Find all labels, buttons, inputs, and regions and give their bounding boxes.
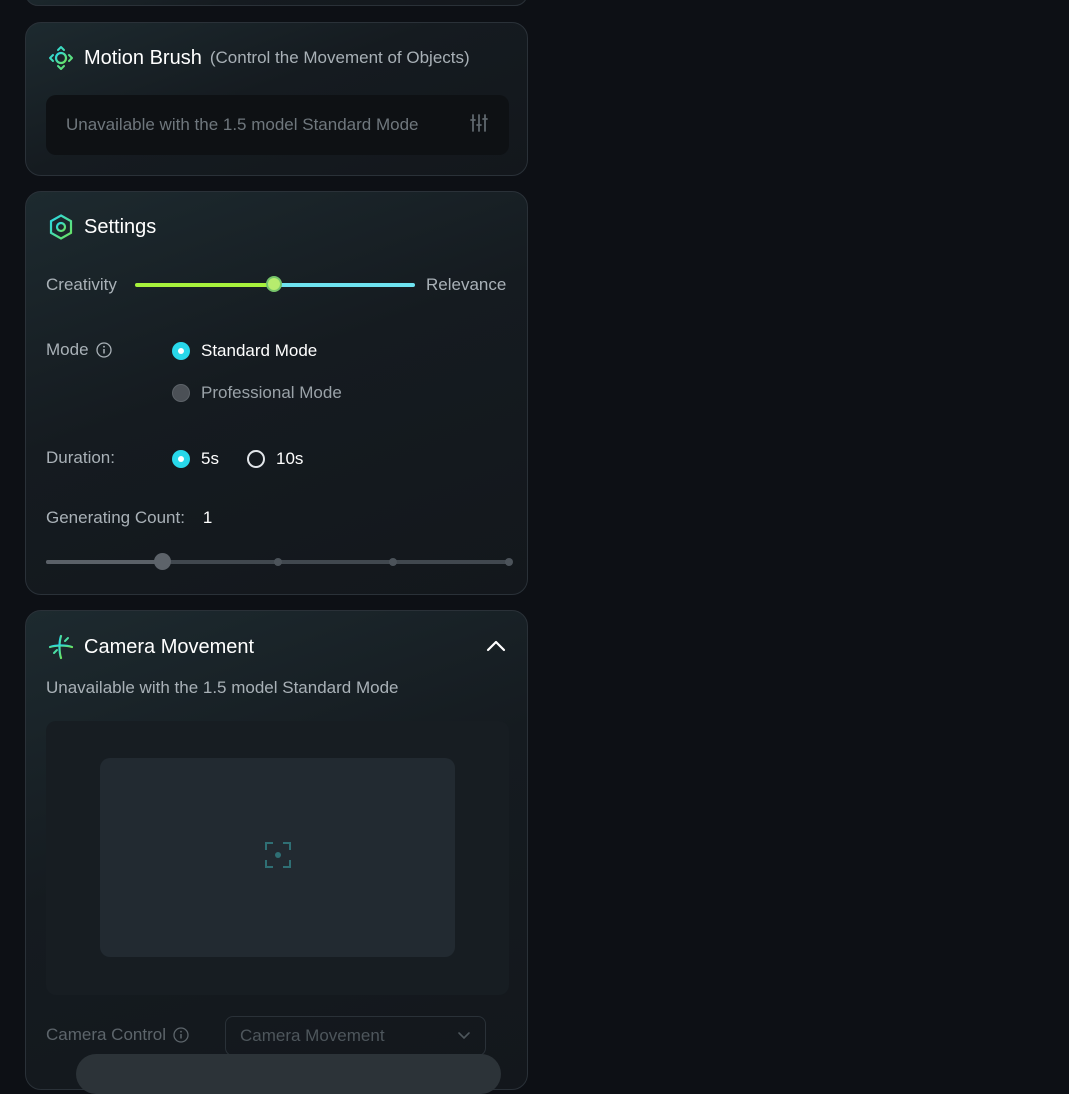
count-slider-handle[interactable]: [153, 553, 171, 570]
generating-count-row: Generating Count: 1: [46, 508, 212, 528]
creativity-label: Creativity: [46, 275, 117, 294]
generate-button[interactable]: [76, 1054, 501, 1094]
count-slider-step[interactable]: [273, 558, 282, 566]
motion-brush-box: Unavailable with the 1.5 model Standard …: [46, 95, 509, 155]
mode-option-standard[interactable]: Standard Mode: [172, 341, 317, 361]
camera-movement-select[interactable]: Camera Movement: [225, 1016, 486, 1056]
settings-header: Settings: [48, 214, 156, 240]
motion-brush-icon: [48, 45, 74, 71]
slider-handle[interactable]: [266, 276, 282, 292]
mode-option-professional[interactable]: Professional Mode: [172, 383, 342, 403]
previous-card: [25, 0, 528, 6]
camera-control-label: Camera Control: [46, 1025, 166, 1044]
count-slider-step[interactable]: [505, 558, 513, 566]
generating-count-value: 1: [202, 508, 213, 527]
standard-mode-radio[interactable]: [172, 342, 190, 360]
camera-control-row: Camera Control: [46, 1025, 189, 1045]
camera-movement-icon: [48, 634, 74, 660]
generating-count-label: Generating Count:: [46, 508, 185, 527]
chevron-down-icon: [457, 1027, 471, 1045]
generating-count-slider[interactable]: [46, 553, 513, 570]
motion-brush-notice: Unavailable with the 1.5 model Standard …: [66, 115, 419, 134]
duration-option-5s[interactable]: 5s: [172, 449, 219, 469]
standard-mode-label: Standard Mode: [201, 341, 318, 360]
sliders-icon[interactable]: [469, 113, 489, 138]
motion-brush-subtitle: (Control the Movement of Objects): [209, 48, 470, 67]
duration-10s-label: 10s: [276, 449, 304, 468]
motion-brush-header: Motion Brush (Control the Movement of Ob…: [48, 45, 470, 71]
camera-movement-card: Camera Movement Unavailable with the 1.5…: [25, 610, 528, 1094]
count-slider-step[interactable]: [389, 558, 398, 566]
camera-select-value: Camera Movement: [240, 1026, 385, 1045]
creativity-relevance-slider[interactable]: [135, 276, 415, 292]
duration-label: Duration:: [46, 448, 115, 467]
camera-preview-area: [46, 721, 509, 995]
camera-notice: Unavailable with the 1.5 model Standard …: [46, 678, 399, 697]
hexagon-icon: [48, 214, 74, 240]
relevance-label: Relevance: [426, 275, 507, 294]
mode-label-row: Mode: [46, 340, 112, 360]
duration-5s-radio[interactable]: [172, 450, 190, 468]
camera-header: Camera Movement: [48, 634, 254, 660]
professional-mode-label: Professional Mode: [201, 383, 342, 402]
professional-mode-radio[interactable]: [172, 384, 190, 402]
focus-frame-icon: [264, 841, 292, 874]
info-icon[interactable]: [173, 1027, 189, 1043]
mode-label: Mode: [46, 340, 89, 359]
settings-card: Settings Creativity Relevance Mode Stand…: [25, 191, 528, 595]
chevron-up-icon[interactable]: [485, 638, 507, 659]
motion-brush-title: Motion Brush: [84, 46, 202, 69]
duration-5s-label: 5s: [201, 449, 219, 468]
info-icon[interactable]: [95, 342, 112, 358]
settings-title: Settings: [84, 215, 157, 238]
duration-10s-radio[interactable]: [247, 450, 265, 468]
camera-preview-frame: [100, 758, 455, 957]
camera-title: Camera Movement: [84, 635, 255, 658]
motion-brush-card: Motion Brush (Control the Movement of Ob…: [25, 22, 528, 176]
duration-option-10s[interactable]: 10s: [247, 449, 303, 469]
count-slider-fill: [46, 560, 162, 564]
